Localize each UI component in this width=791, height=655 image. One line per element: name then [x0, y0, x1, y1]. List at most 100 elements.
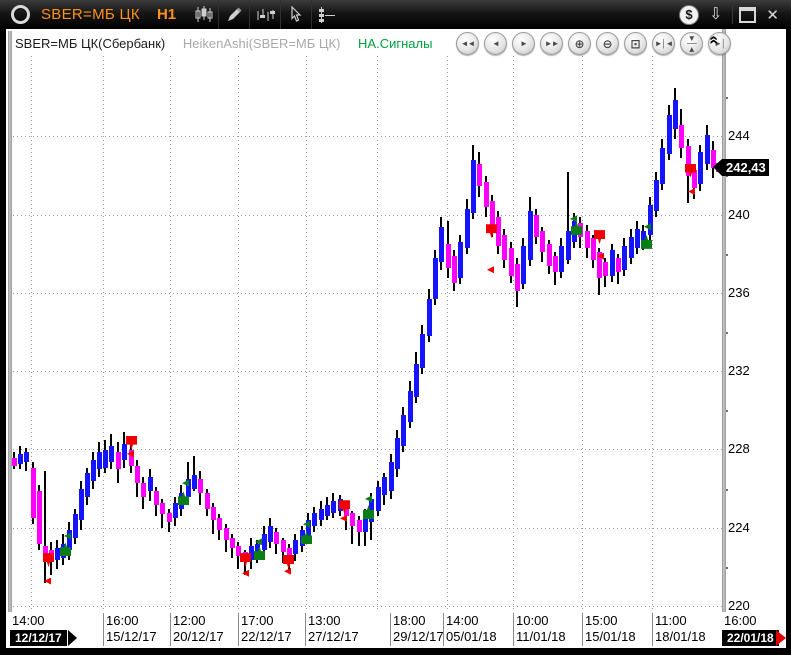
trades-chart-icon: [255, 7, 276, 23]
time-axis-tick: [238, 613, 239, 646]
heiken-ashi-bar-down: [509, 248, 514, 275]
heiken-ashi-bar-down: [31, 468, 36, 519]
cursor-icon: [289, 6, 304, 23]
first-date-badge-arrow: [68, 630, 77, 646]
levels-button[interactable]: [311, 0, 342, 29]
heiken-ashi-bar-down: [692, 170, 697, 188]
heiken-ashi-bar-up: [471, 160, 476, 213]
dollar-button[interactable]: $: [679, 5, 699, 25]
zoom-box-button[interactable]: ⊡: [624, 32, 647, 55]
heiken-ashi-bar-up: [566, 231, 571, 260]
heiken-ashi-bar-up: [79, 489, 84, 520]
heiken-ashi-bar-up: [673, 100, 678, 129]
price-axis-label: 224: [728, 520, 750, 535]
time-axis-label: 16:00: [724, 613, 757, 628]
heiken-ashi-bar-up: [635, 229, 640, 249]
price-axis-label: 232: [728, 363, 750, 378]
title-bar: SBER=МБ ЦК H1: [0, 0, 791, 29]
heiken-ashi-bar-down: [224, 528, 229, 540]
date-gridline: [31, 56, 32, 610]
heiken-ashi-bar-down: [540, 231, 545, 253]
date-axis-label: 29/12/17: [393, 629, 444, 644]
compress-horizontal-button[interactable]: ►│◄: [652, 32, 675, 55]
time-axis-label: 18:00: [393, 613, 426, 628]
date-axis-label: 05/01/18: [446, 629, 497, 644]
scroll-left-button[interactable]: ◄: [484, 32, 507, 55]
scroll-left-icon: ◄: [492, 39, 499, 48]
heiken-ashi-bar-down: [502, 235, 507, 260]
date-axis-label: 15/12/17: [106, 629, 157, 644]
date-axis-label: 20/12/17: [173, 629, 224, 644]
date-gridline: [377, 56, 378, 610]
price-axis-label: 228: [728, 441, 750, 456]
close-window-button[interactable]: ✕: [762, 6, 783, 24]
heiken-ashi-bar-down: [679, 125, 684, 148]
heiken-ashi-bar-up: [325, 505, 330, 517]
heiken-ashi-bar-up: [420, 334, 425, 367]
heiken-ashi-bar-up: [528, 211, 533, 260]
sell-signal-arrow-icon: [487, 266, 494, 273]
heiken-ashi-bar-up: [698, 152, 703, 183]
price-axis-label: 240: [728, 207, 750, 222]
heiken-ashi-bar-down: [198, 479, 203, 493]
chart-nav-toolbar: ◄◄◄►►►⊕⊖⊡►│◄►│◄►│: [456, 32, 731, 55]
time-axis-label: 14:00: [446, 613, 479, 628]
zoom-out-button[interactable]: ⊖: [596, 32, 619, 55]
compress-vertical-button[interactable]: ►│◄: [680, 32, 703, 55]
zoom-in-button[interactable]: ⊕: [568, 32, 591, 55]
heiken-ashi-bar-up: [648, 205, 653, 234]
candlestick-chart-button[interactable]: [188, 0, 218, 29]
heiken-ashi-bar-down: [350, 513, 355, 527]
heiken-ashi-bar-down: [217, 518, 222, 530]
scroll-right-button[interactable]: ►: [512, 32, 535, 55]
heiken-ashi-bar-up: [395, 438, 400, 469]
heiken-ashi-bar-up: [24, 452, 29, 462]
heiken-ashi-bar-up: [439, 227, 444, 262]
heiken-ashi-bar-up: [427, 299, 432, 336]
cursor-button[interactable]: [280, 0, 311, 29]
heiken-ashi-bar-down: [281, 540, 286, 552]
time-axis-tick: [443, 613, 444, 646]
heiken-ashi-bar-up: [465, 209, 470, 248]
sell-signal-marker: [283, 555, 294, 569]
time-axis-tick: [652, 613, 653, 646]
heiken-ashi-bar-up: [312, 513, 317, 527]
time-axis-label: 15:00: [585, 613, 618, 628]
heiken-ashi-bar-down: [490, 201, 495, 226]
heiken-ashi-bar-up: [458, 242, 463, 277]
heiken-ashi-bar-down: [141, 483, 146, 497]
trades-chart-button[interactable]: [249, 0, 280, 29]
download-arrow-button[interactable]: ⇩: [705, 7, 726, 23]
heiken-ashi-bar-down: [553, 256, 558, 272]
heiken-ashi-bar-down: [167, 513, 172, 523]
scroll-end-button[interactable]: ►►: [540, 32, 563, 55]
zoom-box-icon: ⊡: [630, 37, 640, 51]
heiken-ashi-bar-up: [268, 526, 273, 542]
legend-series-signals: НА.Сигналы: [358, 36, 432, 51]
price-gridline: [13, 215, 722, 216]
plot-left-divider: [8, 31, 12, 612]
collapse-panel-icon[interactable]: «: [705, 36, 721, 45]
date-gridline: [170, 56, 171, 610]
scroll-start-button[interactable]: ◄◄: [456, 32, 479, 55]
heiken-ashi-bar-up: [414, 364, 419, 397]
legend-series-main: SBER=МБ ЦК(Сбербанк): [15, 36, 165, 51]
heiken-ashi-bar-up: [610, 250, 615, 275]
date-axis-label: 18/01/18: [655, 629, 706, 644]
draw-pencil-button[interactable]: [218, 0, 249, 29]
heiken-ashi-bar-up: [376, 487, 381, 510]
compress-horizontal-icon: ►│◄: [655, 39, 673, 48]
price-axis-label: 244: [728, 128, 750, 143]
price-gridline: [13, 136, 722, 137]
price-axis-divider[interactable]: [722, 29, 726, 612]
restore-window-button[interactable]: [739, 7, 756, 23]
draw-pencil-icon: [226, 6, 243, 23]
heiken-ashi-bar-up: [73, 514, 78, 537]
date-axis-label: 11/01/18: [516, 629, 566, 644]
time-axis-tick: [390, 613, 391, 646]
heiken-ashi-bar-up: [192, 475, 197, 489]
price-gridline: [13, 606, 722, 607]
heiken-ashi-bar-up: [654, 180, 659, 211]
date-axis-label: 27/12/17: [308, 629, 359, 644]
compress-vertical-icon: ►│◄: [687, 35, 696, 53]
